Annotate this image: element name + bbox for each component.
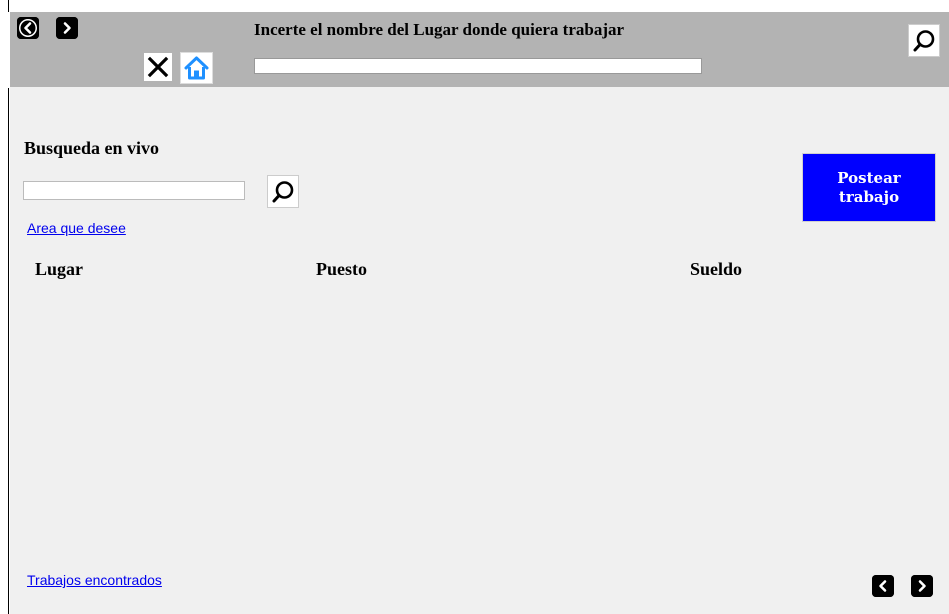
live-search-input[interactable] [23, 181, 245, 200]
chevron-left-icon [872, 575, 894, 597]
left-divider [8, 88, 9, 614]
column-header-sueldo: Sueldo [690, 259, 743, 279]
chevron-right-icon [911, 575, 933, 597]
chevron-right-icon [56, 17, 78, 39]
close-icon [147, 56, 169, 78]
left-divider-top [8, 0, 9, 12]
column-header-lugar: Lugar [35, 259, 84, 279]
back-button[interactable] [17, 17, 39, 39]
next-page-button[interactable] [911, 575, 933, 597]
prev-page-button[interactable] [872, 575, 894, 597]
chevron-left-icon [17, 17, 39, 39]
close-button[interactable] [144, 53, 172, 81]
live-search-button[interactable] [267, 175, 299, 208]
place-input[interactable] [254, 58, 702, 74]
home-button[interactable] [180, 52, 213, 84]
forward-button[interactable] [56, 17, 78, 39]
post-job-button[interactable]: Postear trabajo [802, 153, 936, 222]
top-search-button[interactable] [908, 24, 940, 57]
page-title: Incerte el nombre del Lugar donde quiera… [254, 20, 625, 39]
search-icon [272, 180, 294, 202]
found-jobs-link[interactable]: Trabajos encontrados [27, 572, 162, 588]
live-search-title: Busqueda en vivo [24, 138, 160, 158]
search-icon [913, 29, 935, 51]
area-link[interactable]: Area que desee [27, 220, 126, 236]
home-icon [184, 56, 209, 80]
column-header-puesto: Puesto [316, 259, 367, 279]
